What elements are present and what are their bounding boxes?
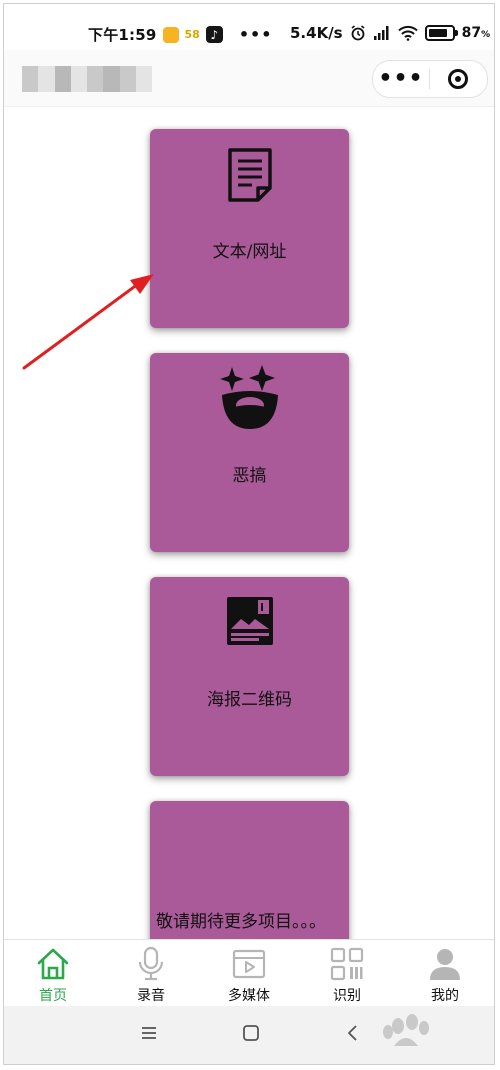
baidu-watermark <box>380 1012 490 1052</box>
notification-app-icon <box>162 26 179 43</box>
recent-apps-icon[interactable] <box>140 1024 158 1042</box>
video-player-icon <box>230 945 268 983</box>
title-bar: ••• <box>4 50 494 107</box>
home-button-icon[interactable] <box>242 1024 260 1042</box>
wifi-icon <box>397 25 418 41</box>
card-text-url[interactable]: 文本/网址 <box>150 129 349 328</box>
tiktok-icon: ♪ <box>205 26 223 43</box>
alarm-icon <box>351 25 365 41</box>
back-icon[interactable] <box>344 1024 362 1042</box>
bottom-tab-bar: 首页 录音 多媒体 识别 我的 <box>4 939 494 1006</box>
document-icon <box>150 147 349 203</box>
card-poster-qrcode[interactable]: 海报二维码 <box>150 577 349 776</box>
cell-signal-icon <box>373 26 389 40</box>
network-speed: 5.4K/s <box>290 24 343 42</box>
clown-face-icon <box>150 365 349 431</box>
card-label: 恶搞 <box>232 466 267 486</box>
card-label: 文本/网址 <box>212 242 287 262</box>
close-button[interactable] <box>430 69 486 89</box>
poster-image-icon <box>150 595 349 647</box>
status-left: 下午1:59 58 ♪ ••• <box>88 24 273 45</box>
microphone-icon <box>132 945 170 983</box>
tab-home[interactable]: 首页 <box>4 940 102 1006</box>
tab-label: 识别 <box>333 988 361 1004</box>
user-icon <box>426 945 464 983</box>
battery-level: 87% <box>461 25 491 41</box>
card-prank[interactable]: 恶搞 <box>150 353 349 552</box>
blurred-page-title <box>22 66 152 92</box>
tab-recognize[interactable]: 识别 <box>298 940 396 1006</box>
card-label: 敬请期待更多项目。。。 <box>156 912 326 932</box>
status-right: 5.4K/s 87% <box>290 24 490 42</box>
scan-grid-icon <box>328 945 366 983</box>
status-time: 下午1:59 <box>88 26 157 44</box>
card-label: 海报二维码 <box>207 690 292 710</box>
tab-label: 我的 <box>431 988 459 1004</box>
tab-mine[interactable]: 我的 <box>396 940 494 1006</box>
feature-list: 文本/网址 恶搞 海报二维码 敬请期待更多项目。。。 <box>4 107 494 939</box>
tab-label: 多媒体 <box>228 988 270 1004</box>
menu-capsule: ••• <box>372 60 488 98</box>
more-notifications-icon: ••• <box>238 25 273 44</box>
tab-multimedia[interactable]: 多媒体 <box>200 940 298 1006</box>
home-icon <box>34 945 72 983</box>
close-target-icon <box>448 69 468 89</box>
more-options-button[interactable]: ••• <box>373 68 429 90</box>
tab-label: 录音 <box>137 988 165 1004</box>
status-bar: 下午1:59 58 ♪ ••• 5.4K/s 87% <box>0 18 500 48</box>
battery-icon <box>424 25 458 41</box>
tab-recording[interactable]: 录音 <box>102 940 200 1006</box>
tab-label: 首页 <box>39 988 67 1004</box>
annotation-arrow <box>22 274 154 370</box>
card-coming-soon: 敬请期待更多项目。。。 <box>150 801 349 939</box>
notification-58-icon: 58 <box>184 28 200 41</box>
